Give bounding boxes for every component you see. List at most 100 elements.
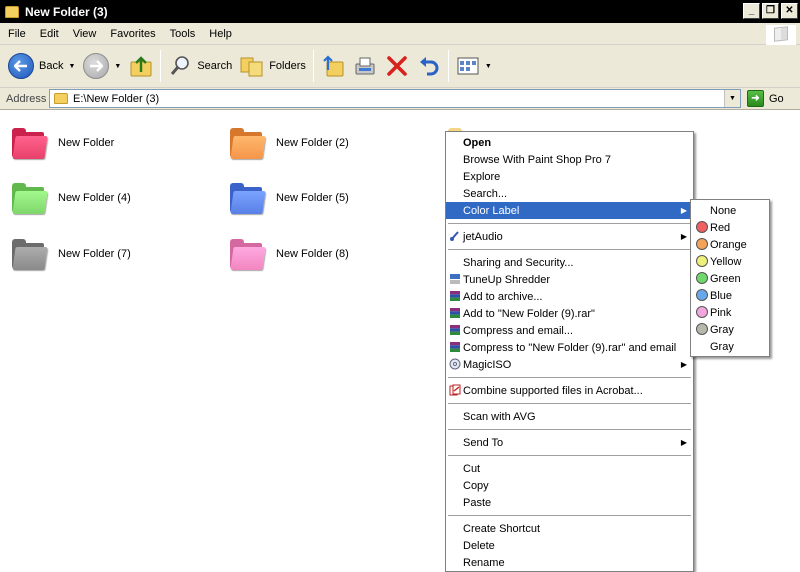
menu-separator bbox=[448, 455, 691, 456]
chevron-down-icon[interactable]: ▼ bbox=[485, 63, 492, 70]
color-label-gray-2[interactable]: Gray bbox=[691, 338, 769, 355]
jetaudio-icon bbox=[450, 231, 459, 241]
yellow-color-swatch-icon bbox=[696, 255, 708, 267]
folder-item[interactable]: New Folder bbox=[10, 123, 220, 163]
menu-favorites[interactable]: Favorites bbox=[103, 28, 162, 40]
toolbar: Back ▼ ▼ Search Folders ▼ bbox=[0, 45, 800, 88]
orange-color-swatch-icon bbox=[696, 238, 708, 250]
back-button[interactable]: Back ▼ bbox=[0, 48, 79, 84]
menu-separator bbox=[448, 429, 691, 430]
submenu-arrow-icon: ▶ bbox=[680, 438, 687, 447]
folder-item[interactable]: New Folder (8) bbox=[228, 234, 438, 274]
chevron-down-icon[interactable]: ▼ bbox=[114, 63, 121, 70]
context-item-compress-email[interactable]: Compress and email... bbox=[446, 322, 693, 339]
window-title: New Folder (3) bbox=[25, 4, 108, 19]
menu-separator bbox=[448, 515, 691, 516]
folder-item[interactable]: New Folder (5) bbox=[228, 178, 438, 218]
move-to-icon bbox=[321, 54, 345, 78]
context-item-rename[interactable]: Rename bbox=[446, 554, 693, 571]
folders-label: Folders bbox=[269, 60, 306, 72]
context-item-compress-rar-email[interactable]: Compress to "New Folder (9).rar" and ema… bbox=[446, 339, 693, 356]
color-label-submenu: None Red Orange Yellow Green Blue Pink G… bbox=[690, 199, 770, 357]
folder-name: New Folder bbox=[58, 137, 115, 149]
window-controls: _ ❐ ✕ bbox=[743, 3, 798, 19]
folder-name: New Folder (8) bbox=[276, 248, 349, 260]
delete-x-icon bbox=[385, 54, 409, 78]
context-item-create-shortcut[interactable]: Create Shortcut bbox=[446, 520, 693, 537]
minimize-button[interactable]: _ bbox=[743, 3, 760, 19]
toolbar-separator bbox=[447, 50, 449, 82]
folder-icon bbox=[228, 180, 266, 216]
views-button[interactable]: ▼ bbox=[452, 48, 496, 84]
color-label-none[interactable]: None bbox=[691, 202, 769, 219]
menu-view[interactable]: View bbox=[66, 28, 104, 40]
restore-button[interactable]: ❐ bbox=[762, 3, 779, 19]
close-button[interactable]: ✕ bbox=[781, 3, 798, 19]
go-label: Go bbox=[769, 92, 784, 105]
address-label: Address bbox=[6, 92, 47, 105]
menu-tools[interactable]: Tools bbox=[163, 28, 203, 40]
go-button[interactable]: ➜ Go bbox=[747, 90, 784, 107]
color-label-orange[interactable]: Orange bbox=[691, 236, 769, 253]
undo-button[interactable] bbox=[413, 48, 445, 84]
folder-item[interactable]: New Folder (2) bbox=[228, 123, 438, 163]
context-item-scan-avg[interactable]: Scan with AVG bbox=[446, 408, 693, 425]
context-item-copy[interactable]: Copy bbox=[446, 477, 693, 494]
menu-file[interactable]: File bbox=[0, 28, 33, 40]
folder-icon bbox=[10, 236, 48, 272]
undo-icon bbox=[417, 54, 441, 78]
copy-to-icon bbox=[353, 54, 377, 78]
color-label-red[interactable]: Red bbox=[691, 219, 769, 236]
copy-to-button[interactable] bbox=[349, 48, 381, 84]
context-item-search[interactable]: Search... bbox=[446, 185, 693, 202]
context-item-sharing[interactable]: Sharing and Security... bbox=[446, 254, 693, 271]
up-folder-button[interactable] bbox=[125, 48, 157, 84]
context-item-send-to[interactable]: Send To ▶ bbox=[446, 434, 693, 451]
menu-help[interactable]: Help bbox=[202, 28, 239, 40]
context-item-tuneup-shredder[interactable]: TuneUp Shredder bbox=[446, 271, 693, 288]
color-label-green[interactable]: Green bbox=[691, 270, 769, 287]
acrobat-icon bbox=[449, 384, 461, 396]
address-value: E:\New Folder (3) bbox=[73, 92, 160, 105]
go-arrow-icon: ➜ bbox=[747, 90, 764, 107]
color-label-blue[interactable]: Blue bbox=[691, 287, 769, 304]
folders-button[interactable]: Folders bbox=[236, 48, 310, 84]
folder-icon bbox=[228, 125, 266, 161]
address-input[interactable]: E:\New Folder (3) ▼ bbox=[49, 89, 741, 108]
move-to-button[interactable] bbox=[317, 48, 349, 84]
color-label-pink[interactable]: Pink bbox=[691, 304, 769, 321]
winrar-icon bbox=[450, 308, 460, 318]
submenu-arrow-icon: ▶ bbox=[680, 232, 687, 241]
folder-icon bbox=[10, 180, 48, 216]
chevron-down-icon[interactable]: ▼ bbox=[68, 63, 75, 70]
context-item-delete[interactable]: Delete bbox=[446, 537, 693, 554]
search-button[interactable]: Search bbox=[164, 48, 236, 84]
context-item-browse-psp[interactable]: Browse With Paint Shop Pro 7 bbox=[446, 151, 693, 168]
address-dropdown-button[interactable]: ▼ bbox=[724, 90, 740, 107]
color-label-gray[interactable]: Gray bbox=[691, 321, 769, 338]
folder-item[interactable]: New Folder (7) bbox=[10, 234, 220, 274]
folder-item[interactable]: New Folder (4) bbox=[10, 178, 220, 218]
context-item-explore[interactable]: Explore bbox=[446, 168, 693, 185]
toolbar-separator bbox=[312, 50, 314, 82]
context-item-combine-acrobat[interactable]: Combine supported files in Acrobat... bbox=[446, 382, 693, 399]
submenu-arrow-icon: ▶ bbox=[680, 206, 687, 215]
context-item-color-label[interactable]: Color Label ▶ bbox=[446, 202, 693, 219]
context-item-add-to-rar[interactable]: Add to "New Folder (9).rar" bbox=[446, 305, 693, 322]
delete-button[interactable] bbox=[381, 48, 413, 84]
context-item-jetaudio[interactable]: jetAudio ▶ bbox=[446, 228, 693, 245]
up-folder-icon bbox=[129, 54, 153, 78]
color-label-yellow[interactable]: Yellow bbox=[691, 253, 769, 270]
folders-icon bbox=[240, 54, 264, 78]
context-item-cut[interactable]: Cut bbox=[446, 460, 693, 477]
context-item-paste[interactable]: Paste bbox=[446, 494, 693, 511]
menu-edit[interactable]: Edit bbox=[33, 28, 66, 40]
context-item-open[interactable]: Open bbox=[446, 134, 693, 151]
forward-button[interactable]: ▼ bbox=[79, 48, 125, 84]
shredder-icon bbox=[450, 274, 460, 284]
context-item-magiciso[interactable]: MagicISO ▶ bbox=[446, 356, 693, 373]
context-item-add-to-archive[interactable]: Add to archive... bbox=[446, 288, 693, 305]
chevron-down-icon: ▼ bbox=[729, 95, 736, 102]
views-icon bbox=[456, 54, 480, 78]
windows-logo-icon bbox=[766, 25, 796, 45]
